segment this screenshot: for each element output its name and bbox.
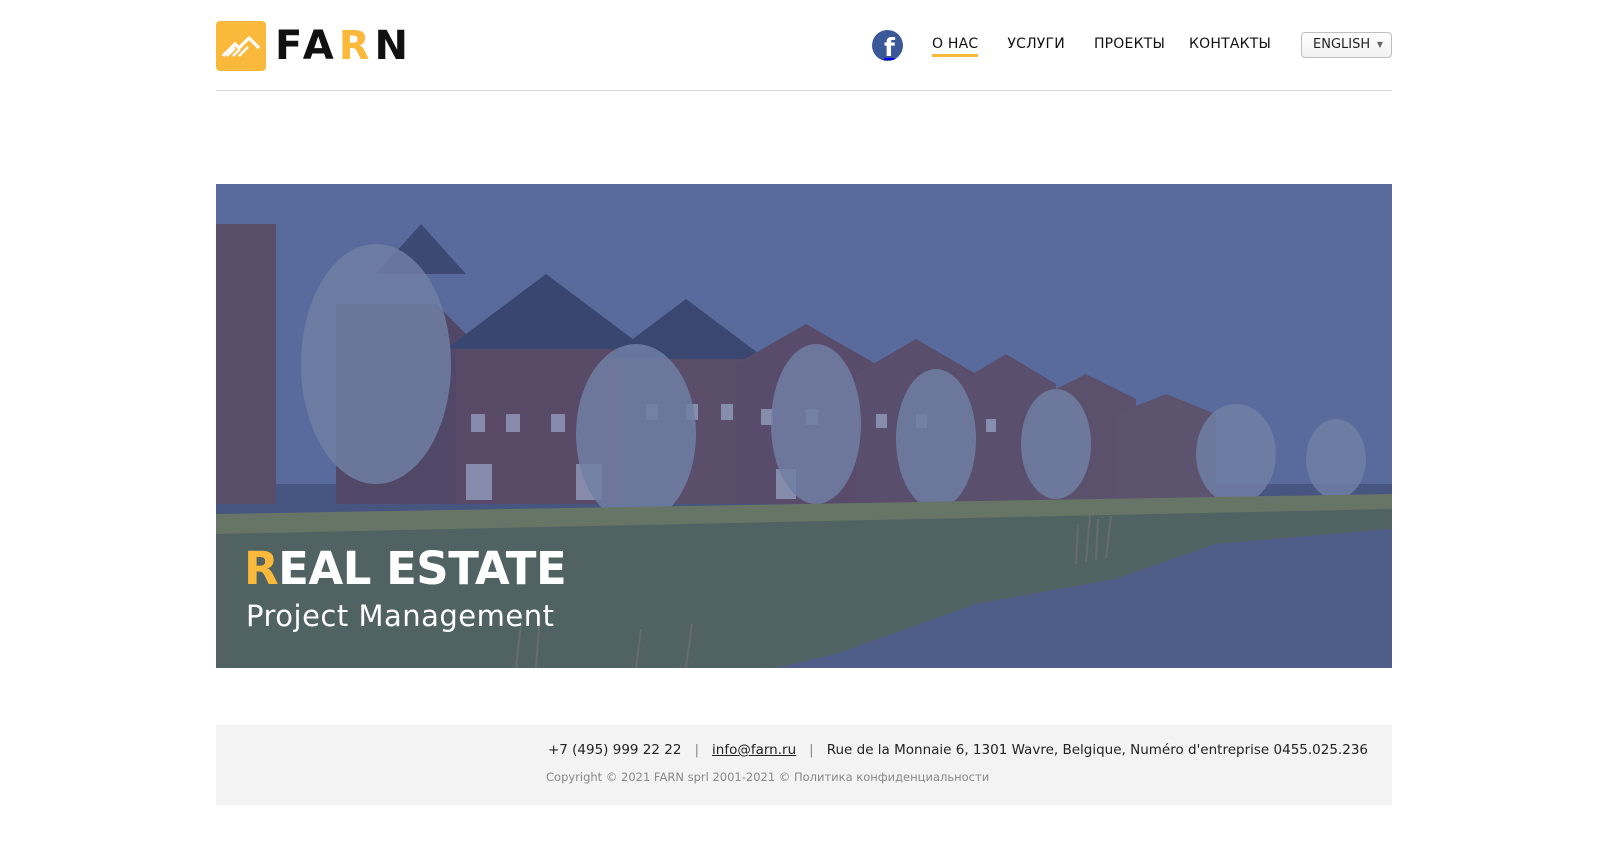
footer-address: Rue de la Monnaie 6, 1301 Wavre, Belgiqu…	[826, 742, 1368, 758]
logo-roof-icon	[216, 21, 266, 71]
language-select[interactable]: ENGLISH ▼	[1301, 32, 1392, 58]
nav-item-projects[interactable]: ПРОЕКТЫ	[1094, 36, 1165, 55]
main-nav: О НАС УСЛУГИ ПРОЕКТЫ КОНТАКТЫ	[932, 36, 1271, 57]
footer-email-link[interactable]: info@farn.ru	[712, 742, 796, 758]
hero-title: REAL ESTATE	[244, 542, 567, 595]
footer-phone: +7 (495) 999 22 22	[547, 742, 682, 758]
nav-item-services[interactable]: УСЛУГИ	[1007, 36, 1065, 55]
logo-link[interactable]: FARN	[216, 21, 413, 71]
site-header: FARN f О НАС УСЛУГИ ПРОЕКТЫ КОНТАКТЫ ENG…	[216, 0, 1392, 91]
site-footer: +7 (495) 999 22 22 | info@farn.ru | Rue …	[216, 725, 1392, 805]
facebook-icon[interactable]: f	[872, 30, 903, 61]
language-select-value: ENGLISH	[1313, 37, 1371, 52]
logo-wordmark: FARN	[275, 23, 413, 69]
footer-separator: |	[809, 742, 814, 758]
footer-contact-line: +7 (495) 999 22 22 | info@farn.ru | Rue …	[548, 742, 1368, 758]
nav-item-about[interactable]: О НАС	[932, 36, 979, 57]
hero-subtitle: Project Management	[246, 599, 555, 633]
hero-banner: REAL ESTATE Project Management	[216, 184, 1392, 668]
footer-separator: |	[694, 742, 700, 758]
footer-copyright: Copyright © 2021 FARN sprl 2001-2021 © П…	[546, 770, 990, 784]
chevron-down-icon: ▼	[1376, 40, 1383, 49]
nav-item-contacts[interactable]: КОНТАКТЫ	[1189, 36, 1271, 55]
